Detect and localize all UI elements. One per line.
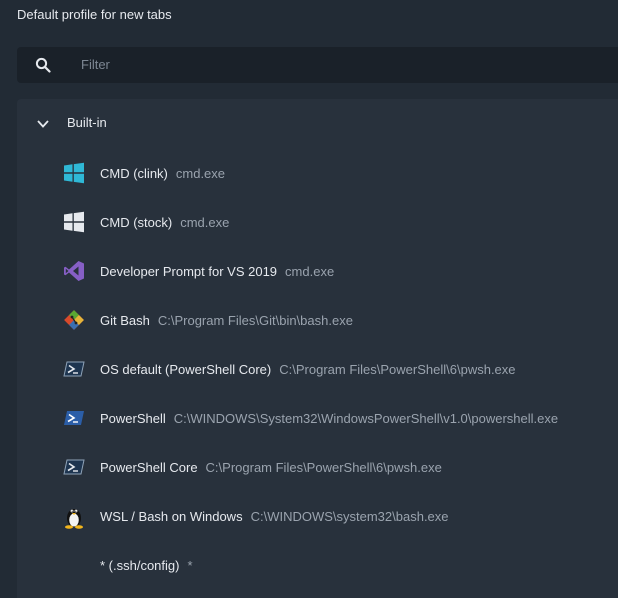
search-icon <box>35 57 51 73</box>
profile-item-wsl[interactable]: WSL / Bash on Windows C:\WINDOWS\system32… <box>17 495 618 535</box>
profile-name: OS default (PowerShell Core) <box>100 362 272 377</box>
profile-name: CMD (stock) <box>100 215 173 230</box>
windows-logo-icon <box>63 162 87 186</box>
profile-name: PowerShell Core <box>100 460 198 475</box>
profile-item-git-bash[interactable]: Git Bash C:\Program Files\Git\bin\bash.ex… <box>17 299 618 339</box>
profile-command: cmd.exe <box>180 215 230 230</box>
linux-tux-icon <box>63 505 87 529</box>
profile-name: PowerShell <box>100 411 166 426</box>
profile-item-powershell[interactable]: PowerShell C:\WINDOWS\System32\WindowsPow… <box>17 397 618 437</box>
powershell-icon <box>63 456 87 480</box>
chevron-down-icon <box>36 117 50 131</box>
page-title: Default profile for new tabs <box>17 7 172 22</box>
profile-command: C:\Program Files\PowerShell\6\pwsh.exe <box>205 460 442 475</box>
profile-command: C:\Program Files\Git\bin\bash.exe <box>157 313 353 328</box>
profile-command: C:\WINDOWS\system32\bash.exe <box>250 509 449 524</box>
profile-command: cmd.exe <box>285 264 335 279</box>
profile-item-ssh-config[interactable]: * (.ssh/config) * <box>17 544 618 584</box>
group-header-built-in[interactable]: Built-in <box>17 99 618 147</box>
profile-command: C:\Program Files\PowerShell\6\pwsh.exe <box>279 362 516 377</box>
profile-item-powershell-core[interactable]: PowerShell Core C:\Program Files\PowerShe… <box>17 446 618 486</box>
group-label: Built-in <box>67 115 107 130</box>
profile-name: * (.ssh/config) <box>100 558 180 573</box>
powershell-icon <box>63 407 87 431</box>
profile-list: Built-in CMD (clink) cmd.exe CMD (stock) c… <box>17 99 618 598</box>
profile-item-developer-prompt[interactable]: Developer Prompt for VS 2019 cmd.exe <box>17 250 618 290</box>
profile-name: Git Bash <box>100 313 150 328</box>
profile-item-os-default[interactable]: OS default (PowerShell Core) C:\Program F… <box>17 348 618 388</box>
profile-command: C:\WINDOWS\System32\WindowsPowerShell\v1… <box>173 411 559 426</box>
windows-logo-icon <box>63 211 87 235</box>
profile-name: Developer Prompt for VS 2019 <box>100 264 278 279</box>
profile-command: * <box>187 558 193 573</box>
search-box[interactable]: Filter <box>17 47 618 83</box>
git-icon <box>63 309 87 333</box>
search-input[interactable]: Filter <box>81 57 110 72</box>
powershell-icon <box>63 358 87 382</box>
profile-name: WSL / Bash on Windows <box>100 509 243 524</box>
profile-name: CMD (clink) <box>100 166 168 181</box>
profile-command: cmd.exe <box>175 166 226 181</box>
visual-studio-icon <box>63 260 87 284</box>
profile-item-cmd-clink[interactable]: CMD (clink) cmd.exe <box>17 152 618 192</box>
profile-item-cmd-stock[interactable]: CMD (stock) cmd.exe <box>17 201 618 241</box>
